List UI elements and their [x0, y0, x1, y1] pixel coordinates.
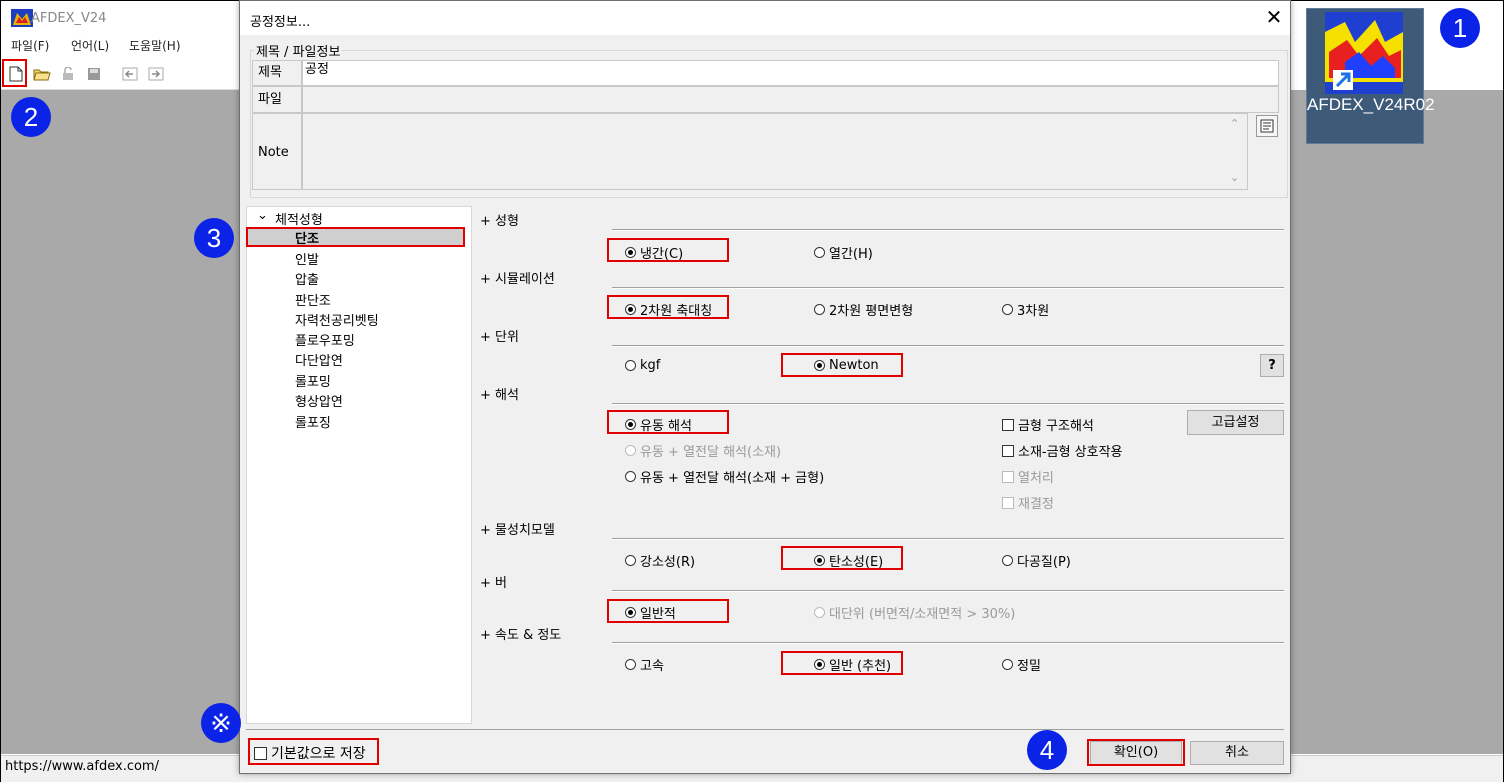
radio-porous[interactable]: 다공질(P)	[1002, 551, 1071, 570]
shortcut-label: AFDEX_V24R02	[1307, 95, 1435, 114]
note-edit-icon[interactable]	[1256, 115, 1278, 137]
separator	[612, 538, 1284, 540]
title-field[interactable]: 공정	[302, 60, 1279, 86]
file-label: 파일	[252, 86, 302, 113]
tree-item-multi-stage-rolling[interactable]: 다단압연	[295, 350, 343, 369]
check-heat-treatment: 열처리	[1002, 467, 1054, 486]
note-field[interactable]	[302, 113, 1248, 190]
radio-elasto-plastic[interactable]: 탄소성(E)	[814, 551, 883, 570]
radio-2d-axisymmetric[interactable]: 2차원 축대칭	[625, 300, 712, 319]
separator	[612, 287, 1284, 289]
section-material-model-label: + 물성치모델	[480, 523, 555, 538]
step-badge-1: 1	[1440, 8, 1480, 48]
scroll-down-icon[interactable]: ⌄	[1230, 171, 1239, 184]
save-icon[interactable]	[85, 65, 103, 83]
radio-2d-plane-strain[interactable]: 2차원 평면변형	[814, 300, 913, 319]
tree-item-extrusion[interactable]: 압출	[295, 269, 319, 288]
chevron-down-icon[interactable]: ⌄	[257, 208, 268, 223]
process-tree: ⌄ 체적성형 단조 인발 압출 판단조 자력천공리벳팅 플로우포밍 다단압연 롤…	[246, 206, 472, 724]
import-icon[interactable]	[121, 65, 139, 83]
section-forming-label: + 성형	[480, 214, 519, 229]
bottom-separator	[246, 729, 1284, 730]
tree-item-roll-forming[interactable]: 롤포밍	[295, 371, 331, 390]
step-badge-2: 2	[11, 97, 51, 137]
menu-help[interactable]: 도움말(H)	[129, 37, 181, 54]
radio-flow-heat-material-die[interactable]: 유동 + 열전달 해석(소재 + 금형)	[625, 467, 824, 486]
tree-item-shape-rolling[interactable]: 형상압연	[295, 391, 343, 410]
toolbar	[1, 59, 241, 90]
note-label: Note	[252, 113, 302, 190]
tree-item-self-pierce-riveting[interactable]: 자력천공리벳팅	[295, 310, 379, 329]
separator	[612, 642, 1284, 644]
check-save-default[interactable]: 기본값으로 저장	[254, 743, 366, 763]
tree-item-roll-forging[interactable]: 롤포징	[295, 412, 331, 431]
radio-burr-large: 대단위 (버면적/소재면적 > 30%)	[814, 603, 1015, 622]
tree-item-plate-forging[interactable]: 판단조	[295, 290, 331, 309]
tree-item-forging[interactable]: 단조	[247, 228, 463, 247]
radio-flow-analysis[interactable]: 유동 해석	[625, 415, 692, 434]
tree-item-flow-forming[interactable]: 플로우포밍	[295, 330, 355, 349]
dialog-titlebar: 공정정보... ✕	[240, 1, 1290, 35]
check-material-die-interaction[interactable]: 소재-금형 상호작용	[1002, 441, 1123, 460]
check-recrystallization: 재결정	[1002, 493, 1054, 512]
afdex-logo-icon	[11, 9, 33, 27]
radio-3d[interactable]: 3차원	[1002, 300, 1049, 319]
file-field	[302, 86, 1279, 113]
radio-newton[interactable]: Newton	[814, 358, 879, 373]
title-label: 제목	[252, 60, 302, 86]
radio-precise[interactable]: 정밀	[1002, 655, 1041, 674]
open-folder-icon[interactable]	[33, 65, 51, 83]
radio-hot[interactable]: 열간(H)	[814, 243, 873, 262]
status-url: https://www.afdex.com/	[5, 759, 159, 774]
scroll-up-icon[interactable]: ⌃	[1230, 117, 1239, 130]
radio-normal-recommended[interactable]: 일반 (추천)	[814, 655, 891, 674]
separator	[612, 229, 1284, 231]
afdex-shortcut-icon	[1325, 12, 1403, 94]
cancel-button[interactable]: 취소	[1190, 741, 1284, 765]
step-badge-4: 4	[1027, 730, 1067, 770]
menu-file[interactable]: 파일(F)	[11, 37, 49, 54]
tree-item-drawing[interactable]: 인발	[295, 249, 319, 268]
desktop-shortcut[interactable]: AFDEX_V24R02	[1306, 8, 1435, 144]
radio-cold[interactable]: 냉간(C)	[625, 243, 683, 262]
section-analysis-label: + 해석	[480, 388, 519, 403]
ok-button[interactable]: 확인(O)	[1090, 741, 1182, 765]
separator	[612, 590, 1284, 592]
separator	[612, 345, 1284, 347]
radio-flow-heat-material: 유동 + 열전달 해석(소재)	[625, 441, 781, 460]
tree-root[interactable]: 체적성형	[275, 209, 323, 228]
section-unit-label: + 단위	[480, 330, 519, 345]
section-speed-label: + 속도 & 정도	[480, 628, 562, 643]
separator	[612, 403, 1284, 405]
help-button[interactable]: ?	[1260, 354, 1284, 377]
radio-burr-normal[interactable]: 일반적	[625, 603, 676, 622]
close-icon[interactable]: ✕	[1264, 7, 1284, 27]
check-die-structural[interactable]: 금형 구조해석	[1002, 415, 1094, 434]
radio-rigid-plastic[interactable]: 강소성(R)	[625, 551, 695, 570]
step-badge-3: 3	[194, 218, 234, 258]
export-icon[interactable]	[147, 65, 165, 83]
menu-language[interactable]: 언어(L)	[71, 37, 109, 54]
note-badge: ※	[201, 703, 241, 743]
radio-kgf[interactable]: kgf	[625, 358, 660, 373]
dialog-title: 공정정보...	[250, 15, 311, 30]
process-info-dialog: 공정정보... ✕ 제목 / 파일정보 제목 공정 파일 Note ⌃ ⌄ ⌄ …	[239, 0, 1291, 774]
app-title: AFDEX_V24	[31, 11, 107, 26]
radio-fast[interactable]: 고속	[625, 655, 664, 674]
lock-icon[interactable]	[59, 65, 77, 83]
section-burr-label: + 버	[480, 576, 507, 591]
advanced-settings-button[interactable]: 고급설정	[1187, 410, 1284, 435]
group-title: 제목 / 파일정보	[254, 41, 343, 60]
section-simulation-label: + 시뮬레이션	[480, 272, 555, 287]
new-file-icon[interactable]	[7, 65, 25, 83]
